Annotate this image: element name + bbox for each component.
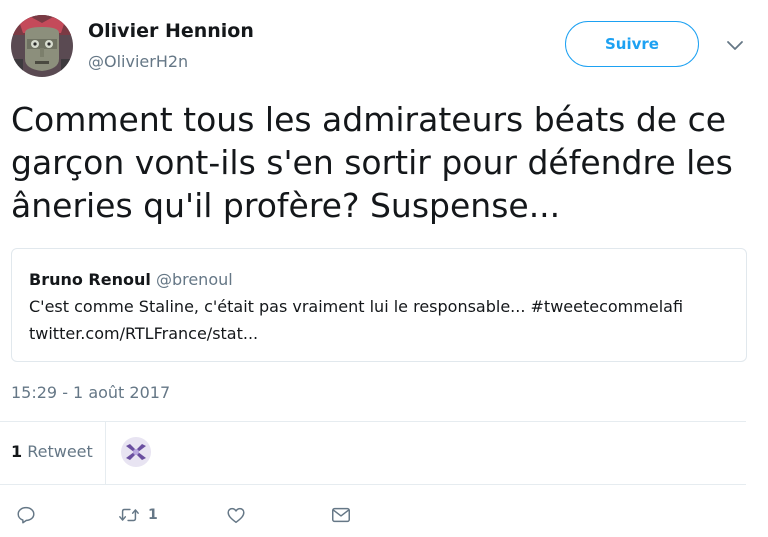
tweet-text-line: âneries qu'il profère? Suspense...	[11, 186, 561, 225]
direct-message-icon	[332, 507, 350, 523]
retweeter-avatar[interactable]	[120, 436, 152, 468]
retweet-button[interactable]: 1	[118, 503, 158, 527]
follow-button[interactable]: Suivre	[565, 21, 699, 67]
reply-button[interactable]	[15, 503, 37, 527]
quoted-tweet[interactable]: Bruno Renoul @brenoul C'est comme Stalin…	[11, 248, 747, 362]
quoted-author-name: Bruno Renoul	[29, 270, 151, 289]
retweet-stat-count: 1	[11, 442, 23, 461]
author-avatar[interactable]	[11, 15, 73, 77]
quoted-tweet-header: Bruno Renoul @brenoul	[29, 270, 233, 289]
retweet-stat-label: Retweet	[27, 442, 93, 461]
divider	[0, 484, 746, 485]
direct-message-button[interactable]	[330, 503, 352, 527]
quoted-tweet-text: C'est comme Staline, c'était pas vraimen…	[29, 297, 684, 316]
quoted-tweet-link[interactable]: twitter.com/RTLFrance/stat...	[29, 324, 258, 343]
retweet-count: 1	[148, 507, 158, 523]
chevron-down-icon[interactable]	[724, 34, 746, 56]
reply-icon	[17, 506, 35, 524]
author-handle[interactable]: @OlivierH2n	[88, 52, 188, 71]
retweet-stats[interactable]: 1 Retweet	[11, 442, 93, 461]
divider	[105, 422, 106, 484]
retweet-icon	[119, 508, 139, 522]
like-icon	[227, 507, 245, 524]
tweet-text-line: garçon vont-ils s'en sortir pour défendr…	[11, 143, 733, 182]
tweet-text-line: Comment tous les admirateurs béats de ce	[11, 100, 727, 139]
tweet-text: Comment tous les admirateurs béats de ce…	[11, 98, 756, 227]
like-button[interactable]	[225, 503, 247, 527]
tweet-timestamp[interactable]: 15:29 - 1 août 2017	[11, 383, 170, 402]
author-name[interactable]: Olivier Hennion	[88, 20, 254, 42]
quoted-author-handle: @brenoul	[155, 270, 233, 289]
divider	[0, 421, 746, 422]
